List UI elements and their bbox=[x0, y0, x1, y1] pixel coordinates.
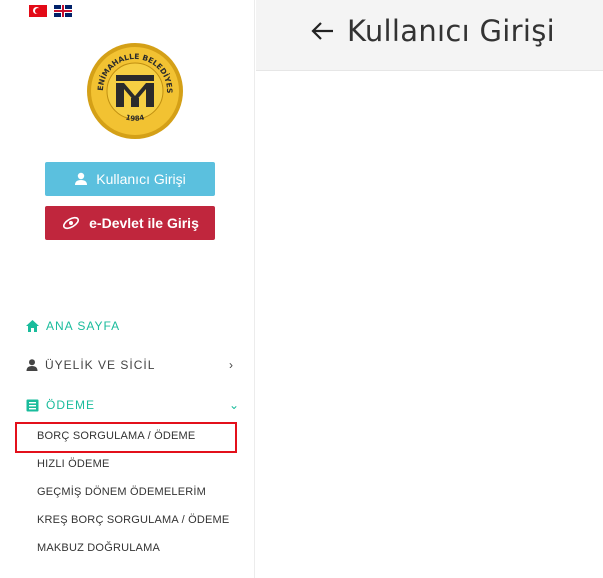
municipality-logo[interactable]: YENİMAHALLE BELEDİYESİ 1984 bbox=[86, 42, 184, 140]
edevlet-icon bbox=[63, 216, 80, 230]
nav-item-home[interactable]: ANA SAYFA bbox=[26, 319, 120, 333]
submenu-item-gecmis-donem[interactable]: GEÇMİŞ DÖNEM ÖDEMELERİM bbox=[37, 486, 206, 498]
back-arrow-icon[interactable] bbox=[310, 18, 336, 44]
user-icon bbox=[26, 359, 38, 371]
user-login-label: Kullanıcı Girişi bbox=[96, 171, 186, 187]
submenu-item-hizli-odeme[interactable]: HIZLI ÖDEME bbox=[37, 458, 110, 470]
submenu-item-borc-sorgulama[interactable]: BORÇ SORGULAMA / ÖDEME bbox=[37, 430, 195, 442]
edevlet-login-label: e-Devlet ile Giriş bbox=[89, 215, 199, 231]
user-icon bbox=[75, 172, 88, 185]
nav-home-label: ANA SAYFA bbox=[46, 319, 121, 333]
home-icon bbox=[26, 320, 39, 332]
chevron-down-icon[interactable]: ⌄ bbox=[229, 398, 239, 412]
chevron-right-icon[interactable]: › bbox=[229, 358, 233, 372]
nav-item-odeme[interactable]: ÖDEME bbox=[26, 398, 95, 412]
language-flags bbox=[29, 5, 72, 17]
nav-odeme-label: ÖDEME bbox=[46, 398, 96, 412]
submenu-item-makbuz[interactable]: MAKBUZ DOĞRULAMA bbox=[37, 542, 160, 554]
user-login-button[interactable]: Kullanıcı Girişi bbox=[45, 162, 215, 196]
nav-item-uyelik[interactable]: ÜYELİK VE SİCİL bbox=[26, 358, 155, 372]
english-flag-icon[interactable] bbox=[54, 5, 72, 17]
turkish-flag-icon[interactable] bbox=[29, 5, 47, 17]
payment-list-icon bbox=[26, 399, 39, 411]
submenu-item-kres-borc[interactable]: KREŞ BORÇ SORGULAMA / ÖDEME bbox=[37, 514, 229, 526]
nav-uyelik-label: ÜYELİK VE SİCİL bbox=[45, 358, 156, 372]
edevlet-login-button[interactable]: e-Devlet ile Giriş bbox=[45, 206, 215, 240]
sidebar: YENİMAHALLE BELEDİYESİ 1984 Kullanıcı Gi… bbox=[0, 0, 255, 578]
page-title: Kullanıcı Girişi bbox=[347, 14, 555, 48]
